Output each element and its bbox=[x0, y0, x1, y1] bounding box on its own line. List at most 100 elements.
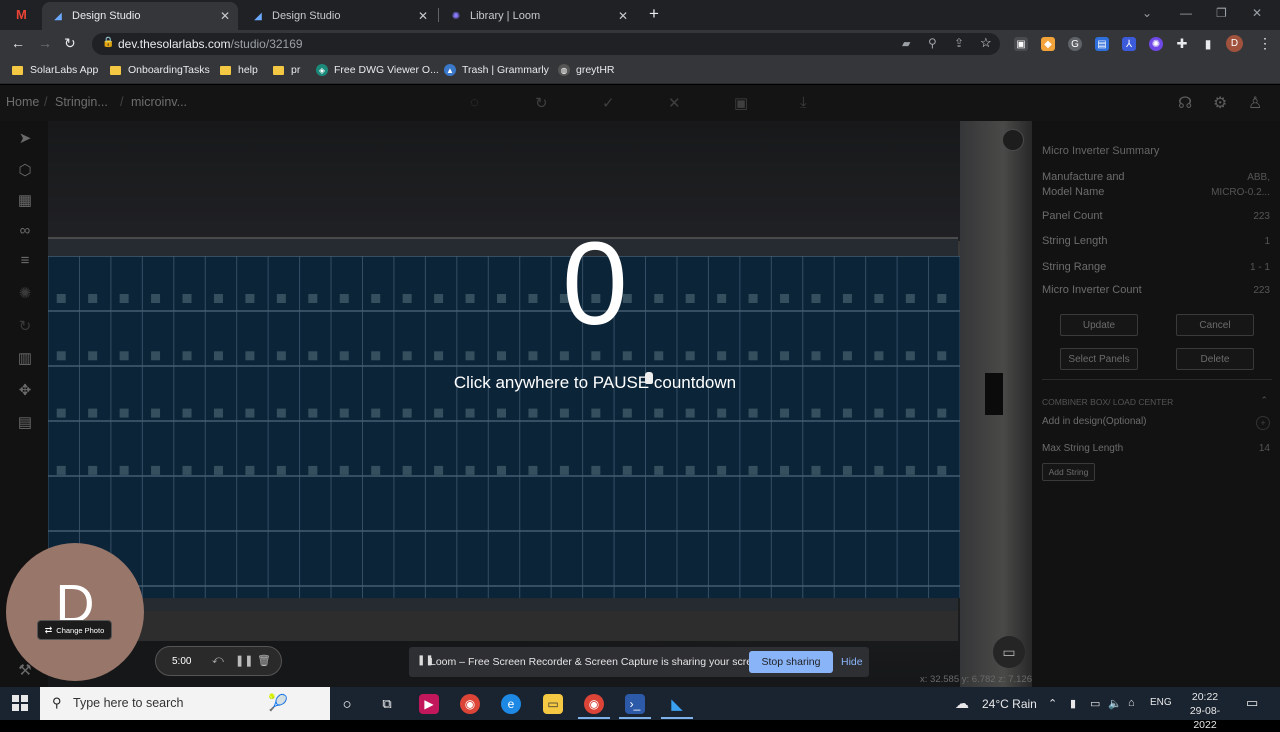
panel-grid-icon[interactable]: ▦ bbox=[16, 191, 34, 209]
select-panels-button[interactable]: Select Panels bbox=[1060, 348, 1138, 370]
new-tab-plus-icon[interactable]: + bbox=[649, 4, 659, 24]
tab-label: Library | Loom bbox=[470, 10, 541, 22]
close-tab-icon[interactable]: ✕ bbox=[618, 9, 628, 23]
bookmark-star-icon[interactable]: ☆ bbox=[980, 35, 992, 51]
bar-chart-icon[interactable]: ▥ bbox=[16, 349, 34, 367]
microphone-icon[interactable]: ▮ bbox=[1070, 697, 1076, 710]
extension-icon[interactable]: ⅄ bbox=[1122, 37, 1136, 51]
maximize-icon[interactable]: ❐ bbox=[1216, 6, 1227, 20]
hide-button[interactable]: Hide bbox=[841, 656, 863, 668]
trash-icon[interactable]: 🗑 bbox=[257, 654, 271, 667]
tray-chevron-up-icon[interactable]: ⌃ bbox=[1048, 697, 1057, 710]
language-indicator[interactable]: ENG bbox=[1150, 697, 1172, 708]
bookmark-solarlabs-app[interactable]: SolarLabs App bbox=[12, 64, 98, 76]
bookmark-greythr[interactable]: ◍ greytHR bbox=[558, 64, 615, 76]
cancel-x-icon[interactable]: ✕ bbox=[668, 94, 681, 112]
comment-icon[interactable]: ▤ bbox=[16, 413, 34, 431]
chevron-up-icon[interactable]: ⌃ bbox=[1260, 395, 1268, 406]
loom-extension-icon[interactable]: ✺ bbox=[1149, 37, 1163, 51]
pause-icon[interactable]: ❚❚ bbox=[235, 654, 253, 667]
bookmark-pr[interactable]: pr bbox=[273, 64, 300, 76]
add-in-design-label: Add in design(Optional) bbox=[1042, 416, 1147, 427]
restart-icon[interactable]: ⤺ bbox=[212, 654, 224, 667]
browser-menu-icon[interactable]: ⋮ bbox=[1258, 35, 1272, 52]
grammarly-extension-icon[interactable]: G bbox=[1068, 37, 1082, 51]
zoom-icon[interactable]: ⚲ bbox=[928, 36, 937, 50]
vscode-icon[interactable]: ◣ bbox=[667, 694, 687, 714]
stop-sharing-button[interactable]: Stop sharing bbox=[749, 651, 833, 673]
tab-design-studio-2[interactable]: ◢ Design Studio ✕ bbox=[242, 2, 436, 30]
edge-icon[interactable]: e bbox=[501, 694, 521, 714]
change-photo-button[interactable]: ⇄ Change Photo bbox=[37, 620, 112, 640]
close-window-icon[interactable]: ✕ bbox=[1252, 6, 1262, 20]
url-text[interactable]: dev.thesolarlabs.com/studio/32169 bbox=[118, 37, 303, 51]
tab-loom-library[interactable]: ✺ Library | Loom ✕ bbox=[440, 2, 636, 30]
notification-icon[interactable]: ▭ bbox=[1246, 695, 1258, 711]
bookmark-free-dwg-viewer[interactable]: ◈ Free DWG Viewer O... bbox=[316, 64, 439, 76]
cortana-icon[interactable]: ○ bbox=[337, 694, 357, 714]
save-icon[interactable]: ▣ bbox=[734, 94, 748, 112]
delete-button[interactable]: Delete bbox=[1176, 348, 1254, 370]
extension-icon[interactable]: ◆ bbox=[1041, 37, 1055, 51]
update-button[interactable]: Update bbox=[1060, 314, 1138, 336]
network-icon[interactable]: ⌂ bbox=[1128, 697, 1135, 709]
string-length-input[interactable]: 1 bbox=[1264, 234, 1270, 249]
taskbar-search-input[interactable]: ⚲ Type here to search 🎾 bbox=[40, 687, 330, 720]
back-arrow-icon[interactable]: ← bbox=[11, 35, 25, 51]
gmail-icon[interactable]: M bbox=[16, 7, 27, 22]
chrome-icon[interactable]: ◉ bbox=[460, 694, 480, 714]
confirm-check-icon[interactable]: ✓ bbox=[602, 94, 615, 112]
bookmark-onboardingtasks[interactable]: OnboardingTasks bbox=[110, 64, 210, 76]
task-view-icon[interactable]: ⧉ bbox=[377, 694, 397, 714]
add-plus-icon[interactable]: + bbox=[1256, 416, 1270, 430]
countdown-pause-hint[interactable]: Click anywhere to PAUSE countdown bbox=[0, 373, 1190, 393]
countdown-number: 0 bbox=[562, 218, 628, 350]
minimize-icon[interactable]: — bbox=[1180, 6, 1192, 20]
side-panel-icon[interactable]: ▮ bbox=[1201, 37, 1215, 51]
breadcrumb-stringing[interactable]: Stringin... bbox=[55, 95, 108, 109]
forward-arrow-icon[interactable]: → bbox=[38, 35, 52, 51]
gear-icon[interactable]: ⚙ bbox=[1213, 93, 1227, 113]
user-profile-icon[interactable]: ♙ bbox=[1248, 93, 1262, 113]
cancel-button[interactable]: Cancel bbox=[1176, 314, 1254, 336]
bookmark-trash-grammarly[interactable]: ▲ Trash | Grammarly bbox=[444, 64, 549, 76]
share-icon[interactable]: ⇪ bbox=[954, 36, 964, 50]
system-clock[interactable]: 20:22 29-08-2022 bbox=[1180, 690, 1230, 732]
countdown-overlay[interactable] bbox=[48, 121, 1032, 687]
weather-text[interactable]: 24°C Rain bbox=[982, 697, 1037, 711]
undo-icon[interactable]: ◌ bbox=[470, 94, 479, 111]
tab-design-studio-1[interactable]: ◢ Design Studio ✕ bbox=[42, 2, 238, 30]
extension-icon[interactable]: ▣ bbox=[1014, 37, 1028, 51]
loom-camera-bubble[interactable]: D bbox=[6, 543, 144, 681]
headset-support-icon[interactable]: ☊ bbox=[1178, 93, 1192, 113]
reload-icon[interactable]: ↻ bbox=[64, 35, 76, 52]
chrome-active-icon[interactable]: ◉ bbox=[584, 694, 604, 714]
extensions-puzzle-icon[interactable]: ✚ bbox=[1175, 36, 1189, 51]
speaker-icon[interactable]: 🔈 bbox=[1108, 697, 1122, 710]
clock-time: 20:22 bbox=[1191, 691, 1219, 703]
tab-search-chevron-icon[interactable]: ⌄ bbox=[1142, 6, 1152, 20]
windows-start-icon[interactable] bbox=[12, 695, 28, 711]
address-bar[interactable]: 🔒 dev.thesolarlabs.com/studio/32169 ▰ ⚲ … bbox=[92, 33, 1000, 55]
download-icon[interactable]: ⤓ bbox=[800, 94, 807, 111]
url-path: /studio/32169 bbox=[230, 37, 303, 51]
polygon-icon[interactable]: ⬡ bbox=[16, 161, 34, 179]
app-icon[interactable]: ▶ bbox=[419, 694, 439, 714]
camera-icon[interactable]: ▰ bbox=[902, 37, 910, 50]
close-tab-icon[interactable]: ✕ bbox=[418, 9, 428, 23]
manufacturer-value-brand: ABB, bbox=[1247, 172, 1270, 183]
breadcrumb-home[interactable]: Home bbox=[6, 95, 39, 109]
file-explorer-icon[interactable]: ▭ bbox=[543, 694, 563, 714]
battery-icon[interactable]: ▭ bbox=[1090, 697, 1100, 710]
bookmark-help[interactable]: help bbox=[220, 64, 258, 76]
weather-cloud-icon[interactable]: ☁ bbox=[955, 695, 969, 712]
profile-avatar[interactable]: D bbox=[1226, 35, 1243, 52]
extension-icon[interactable]: ▤ bbox=[1095, 37, 1109, 51]
add-string-button[interactable]: Add String bbox=[1042, 463, 1095, 481]
close-tab-icon[interactable]: ✕ bbox=[220, 9, 230, 23]
combiner-section-header[interactable]: COMBINER BOX/ LOAD CENTER bbox=[1042, 397, 1173, 407]
powershell-icon[interactable]: ›_ bbox=[625, 694, 645, 714]
select-pointer-icon[interactable]: ➤ bbox=[16, 129, 34, 147]
redo-icon[interactable]: ↻ bbox=[535, 94, 548, 112]
breadcrumb-microinverter[interactable]: microinv... bbox=[131, 95, 187, 109]
